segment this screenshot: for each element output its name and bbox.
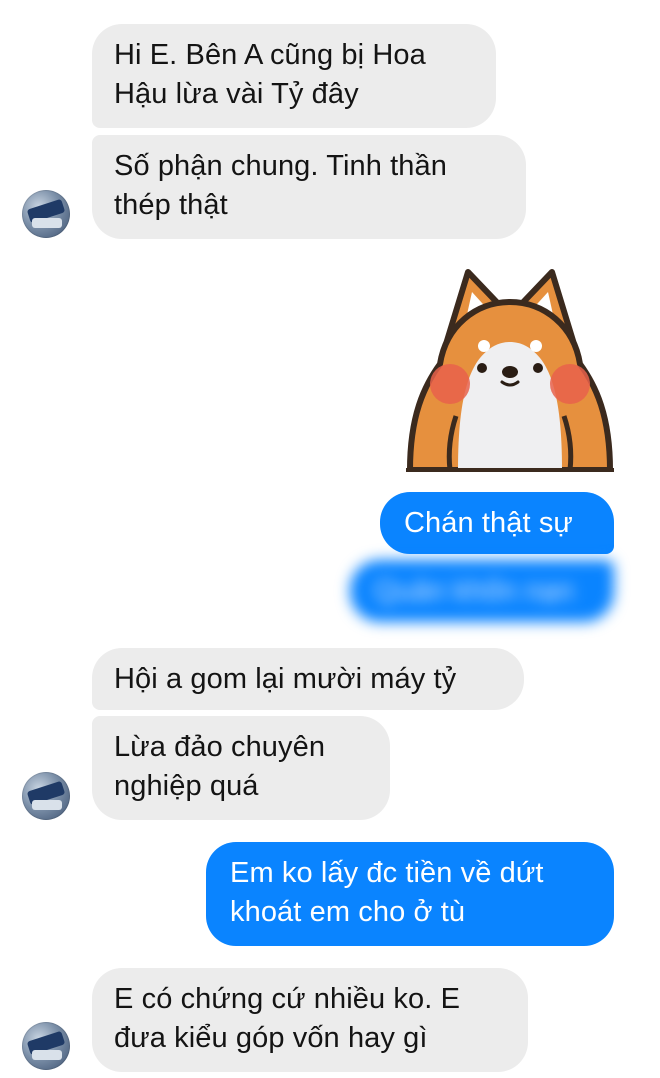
- outgoing-message[interactable]: Chán thật sự: [380, 492, 614, 554]
- incoming-message[interactable]: Hi E. Bên A cũng bị Hoa Hậu lừa vài Tỷ đ…: [92, 24, 496, 128]
- incoming-message[interactable]: E có chứng cứ nhiều ko. E đưa kiểu góp v…: [92, 968, 528, 1072]
- contact-avatar[interactable]: [22, 772, 70, 820]
- incoming-message[interactable]: Lừa đảo chuyên nghiệp quá: [92, 716, 390, 820]
- incoming-message[interactable]: Hội a gom lại mười máy tỷ: [92, 648, 524, 710]
- contact-avatar[interactable]: [22, 1022, 70, 1070]
- incoming-message[interactable]: Số phận chung. Tinh thần thép thật: [92, 135, 526, 239]
- outgoing-message[interactable]: Em ko lấy đc tiền về dứt khoát em cho ở …: [206, 842, 614, 946]
- contact-avatar[interactable]: [22, 190, 70, 238]
- shiba-dog-sticker-icon[interactable]: [406, 266, 614, 472]
- outgoing-message-blurred[interactable]: Quản khốn nạn: [350, 560, 614, 622]
